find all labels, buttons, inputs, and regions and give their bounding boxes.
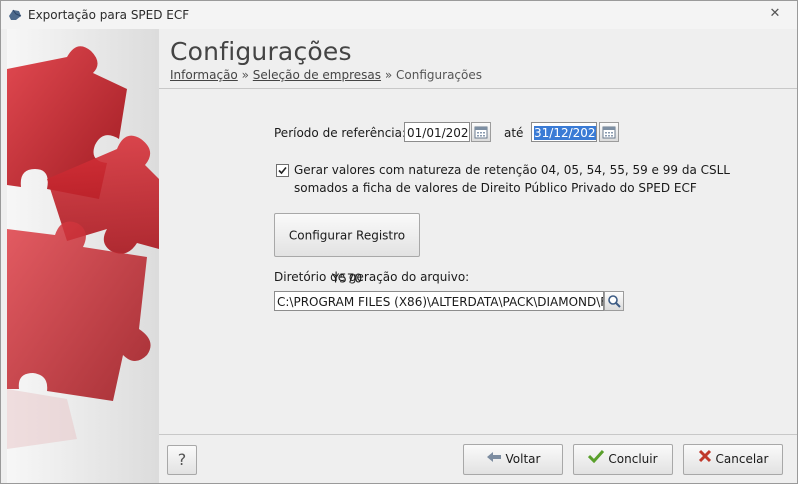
breadcrumb-current: Configurações <box>396 68 482 82</box>
app-icon <box>7 7 23 23</box>
page-title: Configurações <box>170 37 352 66</box>
retention-checkbox-label-line2: somados a ficha de valores de Direito Pú… <box>294 181 697 195</box>
title-bar: Exportação para SPED ECF ✕ <box>1 1 797 29</box>
checkmark-icon <box>278 166 287 175</box>
date-to-input[interactable]: 31/12/2020 <box>531 122 597 142</box>
close-icon[interactable]: ✕ <box>767 6 783 22</box>
calendar-icon <box>474 126 488 139</box>
breadcrumb-separator: » <box>241 68 249 82</box>
date-to-label: até <box>504 126 524 140</box>
dialog-window: Exportação para SPED ECF ✕ Configurações <box>0 0 798 484</box>
directory-browse-button[interactable] <box>604 291 624 311</box>
x-icon <box>698 445 712 474</box>
breadcrumb: Informação » Seleção de empresas » Confi… <box>170 68 482 82</box>
footer-divider <box>159 434 797 435</box>
cancel-button-label: Cancelar <box>715 452 769 466</box>
help-button[interactable]: ? <box>167 445 197 475</box>
arrow-left-icon <box>486 445 502 474</box>
main-content: Configurações Informação » Seleção de em… <box>159 29 797 483</box>
finish-button[interactable]: Concluir <box>573 444 673 475</box>
calendar-icon <box>602 126 616 139</box>
period-label: Período de referência: <box>274 126 407 140</box>
date-from-input[interactable]: 01/01/2020 <box>404 122 470 142</box>
cancel-button[interactable]: Cancelar <box>683 444 783 475</box>
header-divider <box>159 88 797 89</box>
retention-checkbox-label-line1: Gerar valores com natureza de retenção 0… <box>294 163 730 177</box>
date-to-calendar-button[interactable] <box>599 122 619 142</box>
puzzle-pieces-illustration <box>7 46 159 449</box>
directory-input[interactable]: C:\PROGRAM FILES (X86)\ALTERDATA\PACK\DI… <box>274 291 604 311</box>
date-to-value: 31/12/2020 <box>534 126 596 140</box>
date-from-calendar-button[interactable] <box>471 122 491 142</box>
configure-y570-button[interactable]: Configurar Registro Y570 <box>274 213 420 285</box>
window-title: Exportação para SPED ECF <box>28 8 190 22</box>
finish-button-label: Concluir <box>608 452 658 466</box>
side-banner-image <box>7 29 159 483</box>
breadcrumb-link-informacao[interactable]: Informação <box>170 68 238 82</box>
directory-label: Diretório de geração do arquivo: <box>274 270 470 284</box>
retention-checkbox[interactable] <box>276 164 289 177</box>
back-button-label: Voltar <box>505 452 541 466</box>
checkmark-icon <box>588 445 605 474</box>
search-icon <box>608 295 621 308</box>
breadcrumb-separator: » <box>384 68 393 82</box>
back-button[interactable]: Voltar <box>463 444 563 475</box>
breadcrumb-link-selecao-empresas[interactable]: Seleção de empresas <box>253 68 381 82</box>
